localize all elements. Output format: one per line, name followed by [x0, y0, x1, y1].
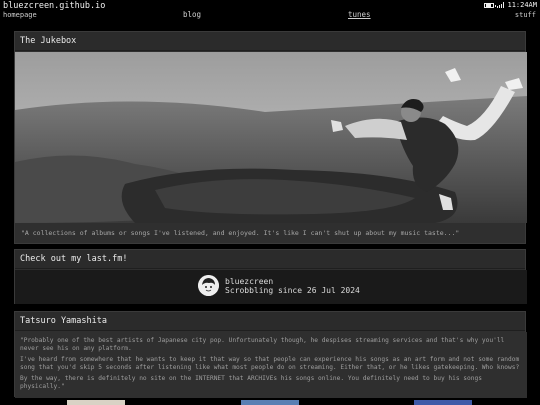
album-thumbnail[interactable]	[241, 400, 299, 405]
homepage-link[interactable]: homepage	[3, 11, 37, 19]
lastfm-profile[interactable]: bluezcreen Scrobbling since 26 Jul 2024	[15, 270, 527, 304]
jukebox-title: The Jukebox	[15, 32, 525, 51]
skydiver-image	[15, 52, 527, 223]
artist-title: Tatsuro Yamashita	[15, 312, 525, 331]
jukebox-card: The Jukebox "A collections of albums or …	[14, 31, 527, 244]
album-thumbnail[interactable]	[414, 400, 472, 405]
artist-card: Tatsuro Yamashita "Probably one of the b…	[14, 311, 527, 398]
lastfm-title[interactable]: Check out my last.fm!	[15, 250, 525, 269]
top-bar: bluezcreen.github.io homepage blog tunes…	[0, 0, 540, 24]
signal-icon	[497, 2, 505, 8]
lastfm-since: Scrobbling since 26 Jul 2024	[225, 286, 360, 295]
nav-stuff-link[interactable]: stuff	[515, 11, 536, 19]
nav-tunes-link[interactable]: tunes	[348, 10, 371, 19]
jukebox-caption: "A collections of albums or songs I've l…	[21, 229, 460, 237]
clock: 11:24AM	[507, 1, 537, 9]
artist-paragraph: "Probably one of the best artists of Jap…	[20, 337, 505, 352]
artist-paragraph: By the way, there is definitely no site …	[20, 375, 482, 390]
artist-description: "Probably one of the best artists of Jap…	[15, 332, 527, 398]
status-area: 11:24AM	[484, 1, 537, 9]
nav-blog-link[interactable]: blog	[183, 10, 201, 19]
battery-icon	[484, 2, 497, 8]
lastfm-card: Check out my last.fm! bluezcreen Scrobbl…	[14, 249, 527, 304]
lastfm-username: bluezcreen	[225, 277, 274, 286]
site-title[interactable]: bluezcreen.github.io	[3, 1, 105, 11]
artist-paragraph: I've heard from somewhere that he wants …	[20, 356, 520, 371]
avatar	[198, 275, 219, 296]
album-thumbnail[interactable]	[67, 400, 125, 405]
